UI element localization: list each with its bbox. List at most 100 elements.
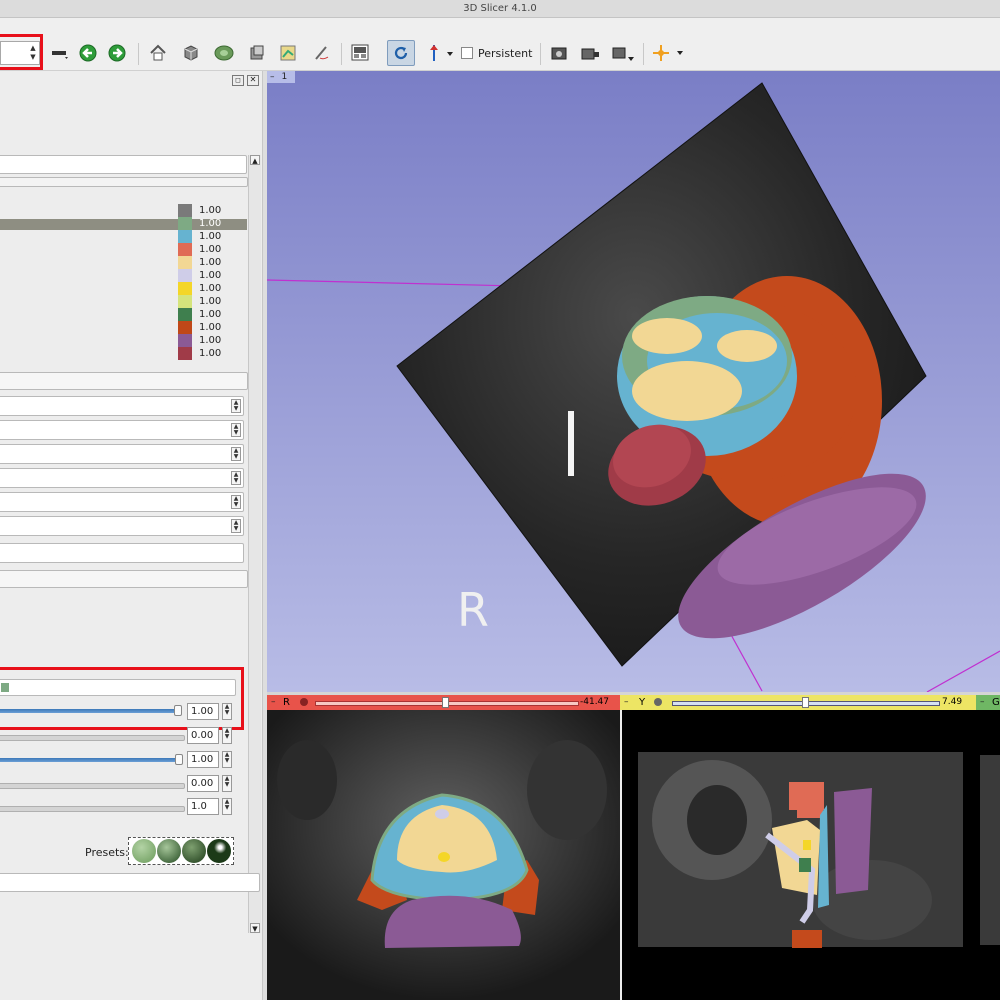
diffuse-slider-thumb[interactable] <box>175 754 183 765</box>
yellow-slice-offset[interactable]: 7.49 <box>942 695 962 710</box>
preset-ball-icon[interactable] <box>131 839 156 863</box>
spin-arrows[interactable]: ▲ ▼ <box>231 399 241 413</box>
capture2-icon[interactable] <box>609 42 637 64</box>
forward-icon[interactable] <box>106 42 130 64</box>
specular-spin-icon[interactable]: ▲ ▼ <box>222 775 232 792</box>
highlight-box-opacity <box>0 667 244 730</box>
spin-arrows[interactable]: ▲ ▼ <box>231 447 241 461</box>
yellow-slice-view[interactable] <box>622 710 976 1000</box>
power-spin-icon[interactable]: ▲ ▼ <box>222 798 232 815</box>
section-header[interactable] <box>0 570 248 588</box>
legend-value: 1.00 <box>199 335 222 346</box>
legend-swatch <box>178 295 192 308</box>
legend-item[interactable]: 1.00 <box>178 217 248 230</box>
legend-item[interactable]: 1.00 <box>178 243 248 256</box>
specular-slider-track[interactable] <box>0 783 185 789</box>
view-3d[interactable]: –1 R <box>267 71 1000 692</box>
spin-arrows[interactable]: ▲ ▼ <box>231 495 241 509</box>
power-slider-track[interactable] <box>0 806 185 812</box>
collapse-icon[interactable]: – <box>980 695 985 710</box>
diffuse-value[interactable]: 1.00 <box>187 751 219 768</box>
property-field[interactable]: ▲ ▼ <box>0 444 244 464</box>
ambient-slider-track[interactable] <box>0 735 185 741</box>
legend-value: 1.00 <box>199 218 222 229</box>
diffuse-slider-track[interactable] <box>0 758 178 762</box>
legend-item[interactable]: 1.00 <box>178 334 248 347</box>
scroll-up-icon[interactable]: ▲ <box>250 155 260 165</box>
legend-swatch <box>178 308 192 321</box>
text-field[interactable] <box>0 543 244 563</box>
red-slice-thumb[interactable] <box>442 697 449 708</box>
reload-icon[interactable] <box>387 40 415 66</box>
legend-item[interactable]: 1.00 <box>178 321 248 334</box>
window-title-bar: 3D Slicer 4.1.0 <box>0 0 1000 18</box>
property-field[interactable]: ▲ ▼ <box>0 492 244 512</box>
green-slice-view[interactable] <box>976 710 1000 1000</box>
node-selector[interactable] <box>0 155 247 174</box>
red-slice-offset[interactable]: -41.47 <box>580 695 609 710</box>
red-slice-view[interactable] <box>267 710 620 1000</box>
legend-item[interactable]: 1.00 <box>178 269 248 282</box>
property-field[interactable]: ▲ ▼ <box>0 396 244 416</box>
ambient-spin-icon[interactable]: ▲ ▼ <box>222 727 232 744</box>
screenshot-icon[interactable] <box>548 42 570 64</box>
view-3d-tab[interactable]: –1 <box>267 71 295 83</box>
3d-scene <box>267 82 1000 692</box>
legend-item[interactable]: 1.00 <box>178 308 248 321</box>
pin-icon[interactable] <box>300 698 308 706</box>
volumes-icon[interactable] <box>246 42 268 64</box>
ambient-value[interactable]: 0.00 <box>187 727 219 744</box>
capture-icon[interactable] <box>578 42 602 64</box>
property-field[interactable]: ▲ ▼ <box>0 468 244 488</box>
models-icon[interactable] <box>212 42 236 64</box>
yellow-slice-controller[interactable]: – Y 7.49 <box>620 695 976 710</box>
highlight-box-toolbar <box>0 34 43 70</box>
collapse-icon[interactable]: – <box>624 695 629 710</box>
section-header[interactable] <box>0 372 248 390</box>
persistent-checkbox-box[interactable] <box>461 47 473 59</box>
spin-arrows[interactable]: ▲ ▼ <box>231 519 241 533</box>
mouse-mode-icon[interactable] <box>426 42 456 64</box>
view-3d-tab-label: 1 <box>281 72 288 82</box>
specular-value[interactable]: 0.00 <box>187 775 219 792</box>
legend-item[interactable]: 1.00 <box>178 256 248 269</box>
persistent-checkbox[interactable]: Persistent <box>461 42 533 64</box>
legend-item[interactable]: 1.00 <box>178 282 248 295</box>
data-icon[interactable] <box>180 42 202 64</box>
legend-item[interactable]: 1.00 <box>178 347 248 360</box>
presets-widget[interactable] <box>128 837 234 865</box>
annotation-icon[interactable] <box>310 42 332 64</box>
collapse-icon[interactable]: – <box>271 695 276 710</box>
property-field[interactable]: ▲ ▼ <box>0 420 244 440</box>
undock-icon[interactable]: ◻ <box>232 75 244 86</box>
preset-ball-icon[interactable] <box>181 839 206 863</box>
window-level-icon[interactable] <box>49 42 71 64</box>
legend-item[interactable]: 1.00 <box>178 204 248 217</box>
power-value[interactable]: 1.0 <box>187 798 219 815</box>
legend-item[interactable]: 1.00 <box>178 295 248 308</box>
layout-icon[interactable] <box>348 42 374 64</box>
bottom-field[interactable] <box>0 873 260 892</box>
yellow-slice-thumb[interactable] <box>802 697 809 708</box>
close-icon[interactable]: ✕ <box>247 75 259 86</box>
persistent-label: Persistent <box>478 46 533 60</box>
legend-value: 1.00 <box>199 283 222 294</box>
green-slice-controller[interactable]: – G <box>976 695 1000 710</box>
legend-item[interactable]: 1.00 <box>178 230 248 243</box>
property-field[interactable]: ▲ ▼ <box>0 516 244 536</box>
preset-ball-icon[interactable] <box>206 839 231 863</box>
red-slice-controller[interactable]: – R -41.47 <box>267 695 620 710</box>
diffuse-spin-icon[interactable]: ▲ ▼ <box>222 751 232 768</box>
pin-icon[interactable] <box>654 698 662 706</box>
section-header[interactable] <box>0 177 248 187</box>
spin-arrows[interactable]: ▲ ▼ <box>231 471 241 485</box>
crosshair-icon[interactable] <box>650 42 686 64</box>
scrollbar[interactable]: ▲ ▼ <box>248 155 261 933</box>
back-icon[interactable] <box>77 42 101 64</box>
spin-arrows[interactable]: ▲ ▼ <box>231 423 241 437</box>
home-icon[interactable] <box>147 42 169 64</box>
preset-ball-icon[interactable] <box>156 839 181 863</box>
editor-icon[interactable] <box>277 42 299 64</box>
scroll-down-icon[interactable]: ▼ <box>250 923 260 933</box>
window-title: 3D Slicer 4.1.0 <box>463 3 537 14</box>
